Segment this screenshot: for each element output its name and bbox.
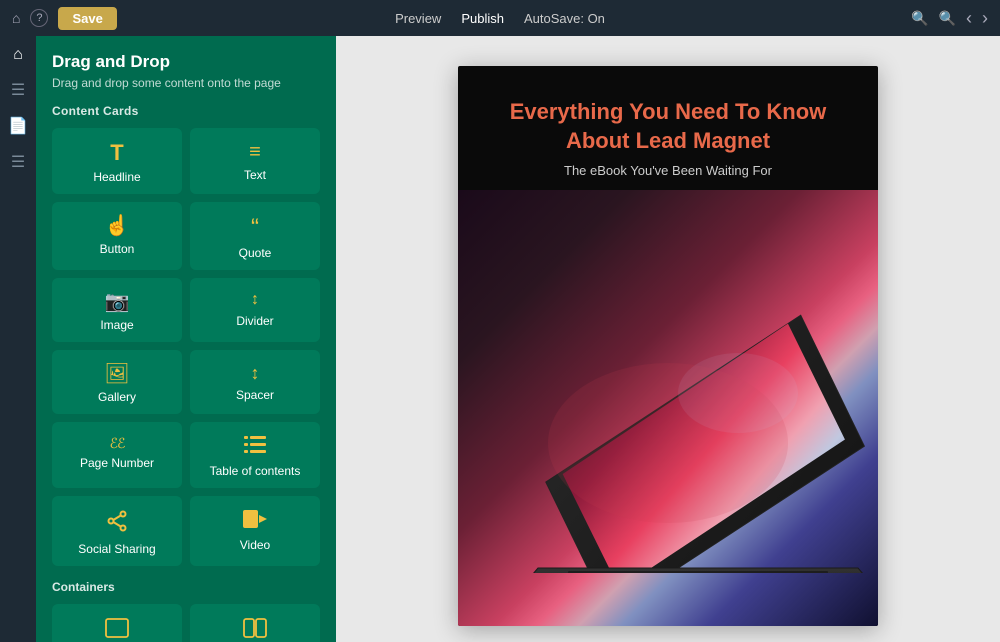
main-area: ⌂ ☰ 📄 ☰ Drag and Drop Drag and drop some…: [0, 36, 1000, 642]
card-social-sharing[interactable]: Social Sharing: [52, 496, 182, 566]
laptop-illustration: [458, 243, 878, 573]
card-gallery[interactable]: 🖼 Gallery: [52, 350, 182, 414]
sidebar-subtitle: Drag and drop some content onto the page: [52, 76, 320, 90]
card-spacer-label: Spacer: [236, 388, 274, 402]
card-page-number[interactable]: ℰℰ Page Number: [52, 422, 182, 488]
image-icon: 📷: [105, 292, 130, 312]
topbar-right-icons: 🔍 🔍 ‹ ›: [911, 8, 988, 29]
container-item-1[interactable]: [52, 604, 182, 642]
topbar: ⌂ ? Save Preview Publish AutoSave: On 🔍 …: [0, 0, 1000, 36]
topbar-center-nav: Preview Publish AutoSave: On: [395, 11, 605, 26]
toc-icon: [244, 436, 266, 458]
help-icon[interactable]: ?: [30, 9, 48, 27]
container-icon-1: [105, 618, 129, 642]
sidebar: Drag and Drop Drag and drop some content…: [36, 36, 336, 642]
page-number-icon: ℰℰ: [110, 436, 125, 450]
zoom-in-icon[interactable]: 🔍: [939, 10, 956, 27]
home-icon[interactable]: ⌂: [12, 10, 20, 26]
page-preview: Everything You Need To Know About Lead M…: [458, 66, 878, 626]
quote-icon: “: [251, 216, 259, 240]
card-button[interactable]: ☝ Button: [52, 202, 182, 270]
social-sharing-icon: [106, 510, 128, 536]
spacer-icon: ↕: [251, 364, 260, 382]
card-button-label: Button: [100, 242, 135, 256]
container-item-2[interactable]: [190, 604, 320, 642]
gallery-icon: 🖼: [104, 364, 129, 384]
cover-title: Everything You Need To Know About Lead M…: [486, 98, 850, 155]
card-headline-label: Headline: [93, 170, 140, 184]
topbar-left-icons: ⌂ ? Save: [12, 7, 117, 30]
card-text[interactable]: ≡ Text: [190, 128, 320, 194]
divider-icon: ↕: [251, 292, 259, 308]
forward-icon[interactable]: ›: [982, 8, 988, 29]
cover-text-area: Everything You Need To Know About Lead M…: [458, 66, 878, 190]
card-quote-label: Quote: [239, 246, 272, 260]
card-divider[interactable]: ↕ Divider: [190, 278, 320, 342]
card-toc-label: Table of contents: [210, 464, 301, 478]
rail-content-icon[interactable]: ☰: [11, 152, 25, 172]
save-button[interactable]: Save: [58, 7, 116, 30]
card-table-of-contents[interactable]: Table of contents: [190, 422, 320, 488]
zoom-out-icon[interactable]: 🔍: [911, 10, 928, 27]
rail-layers-icon[interactable]: ☰: [11, 80, 25, 100]
cover-subtitle: The eBook You've Been Waiting For: [486, 163, 850, 178]
card-image[interactable]: 📷 Image: [52, 278, 182, 342]
rail-page-icon[interactable]: 📄: [8, 116, 28, 136]
sidebar-title: Drag and Drop: [52, 52, 320, 72]
card-spacer[interactable]: ↕ Spacer: [190, 350, 320, 414]
card-page-number-label: Page Number: [80, 456, 154, 470]
rail-home-icon[interactable]: ⌂: [13, 46, 23, 64]
back-icon[interactable]: ‹: [966, 8, 972, 29]
card-video-label: Video: [240, 538, 270, 552]
container-icon-2: [243, 618, 267, 642]
card-quote[interactable]: “ Quote: [190, 202, 320, 270]
publish-button[interactable]: Publish: [461, 11, 504, 26]
card-text-label: Text: [244, 168, 266, 182]
card-social-sharing-label: Social Sharing: [78, 542, 155, 556]
video-icon: [243, 510, 267, 532]
preview-button[interactable]: Preview: [395, 11, 441, 26]
card-headline[interactable]: T Headline: [52, 128, 182, 194]
card-divider-label: Divider: [236, 314, 273, 328]
containers-row: [52, 604, 320, 642]
card-image-label: Image: [100, 318, 133, 332]
containers-label: Containers: [52, 580, 320, 594]
text-icon: ≡: [249, 142, 261, 162]
autosave-status: AutoSave: On: [524, 11, 605, 26]
card-video[interactable]: Video: [190, 496, 320, 566]
icon-rail: ⌂ ☰ 📄 ☰: [0, 36, 36, 642]
content-cards-label: Content Cards: [52, 104, 320, 118]
card-gallery-label: Gallery: [98, 390, 136, 404]
button-icon: ☝: [105, 216, 130, 236]
headline-icon: T: [110, 142, 123, 164]
cover-image-area: [458, 190, 878, 626]
content-cards-grid: T Headline ≡ Text ☝ Button “ Quote 📷 Ima…: [52, 128, 320, 566]
canvas: Everything You Need To Know About Lead M…: [336, 36, 1000, 642]
